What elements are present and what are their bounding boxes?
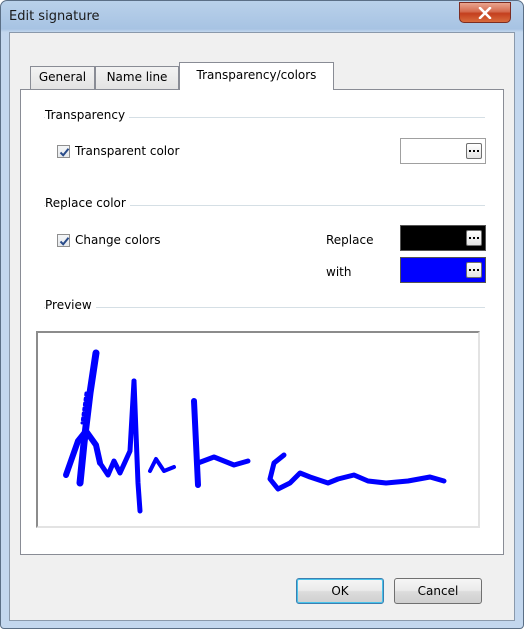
ellipsis-icon [469,150,471,152]
cancel-button[interactable]: Cancel [394,578,482,604]
check-icon [59,237,70,246]
ellipsis-icon [469,269,471,271]
preview-group-divider [44,307,485,308]
title-bar[interactable]: Edit signature [1,1,523,32]
change-colors-checkbox[interactable] [57,234,70,247]
preview-group-label: Preview [45,298,96,312]
transparency-group-label: Transparency [45,108,130,122]
transparent-color-picker-button[interactable] [466,143,482,159]
tab-transparency-colors[interactable]: Transparency/colors [179,62,334,90]
transparent-color-checkbox[interactable] [57,145,70,158]
window-title: Edit signature [9,9,100,24]
replace-label: Replace [326,233,374,247]
tab-general[interactable]: General [30,66,95,89]
with-color-picker-button[interactable] [466,262,482,278]
ok-button[interactable]: OK [296,578,384,604]
signature-image [63,349,447,514]
replace-color-swatch[interactable] [400,225,486,251]
ellipsis-icon [469,237,471,239]
close-icon [478,6,492,19]
change-colors-label: Change colors [75,233,161,247]
signature-preview [36,331,480,528]
with-label: with [326,265,352,279]
transparent-color-swatch[interactable] [400,138,486,164]
check-icon [59,148,70,157]
transparent-color-label: Transparent color [75,144,180,158]
replace-color-group-label: Replace color [45,196,130,210]
replace-color-picker-button[interactable] [466,230,482,246]
with-color-swatch[interactable] [400,257,486,283]
tab-name-line[interactable]: Name line [95,66,179,89]
close-button[interactable] [459,2,511,23]
